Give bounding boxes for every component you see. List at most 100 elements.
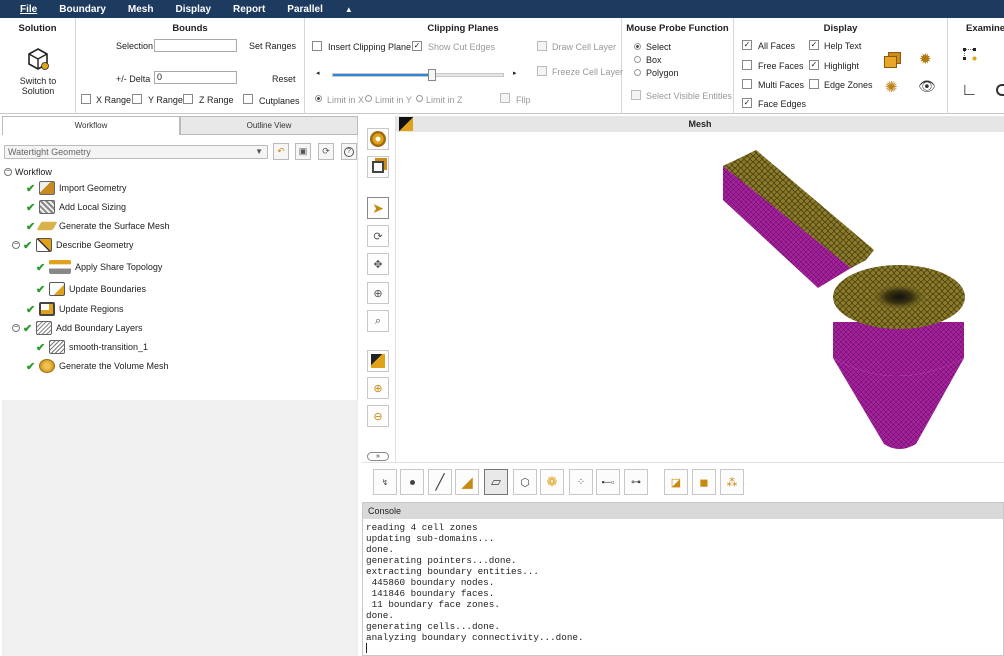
menu-display[interactable]: Display [175,4,211,15]
x-range-checkbox[interactable] [81,94,91,104]
step-apply-share-topology[interactable]: ✔ Apply Share Topology [36,259,162,275]
step-generate-volume-mesh[interactable]: ✔ Generate the Volume Mesh [26,358,169,374]
probe-box-radio[interactable] [634,56,641,63]
highlight-label: Highlight [824,61,860,71]
multi-faces-checkbox[interactable] [742,79,752,89]
step-import-geometry[interactable]: ✔ Import Geometry [26,180,127,196]
step-describe-geometry[interactable]: − ✔ Describe Geometry [12,237,134,253]
step-update-regions[interactable]: ✔ Update Regions [26,301,124,317]
help-text-checkbox[interactable]: ✓ [809,40,819,50]
limit-z-radio[interactable] [416,95,423,102]
examine-more-icon[interactable] [996,84,1004,96]
select-visible-checkbox[interactable] [631,90,641,100]
filter-nodes-grid-button[interactable]: ⁘ [569,469,593,495]
draw-cell-layer-checkbox[interactable] [537,41,547,51]
filter-point-cloud-button[interactable]: ⁂ [720,469,744,495]
save-icon: ▣ [298,146,308,156]
menu-report[interactable]: Report [233,4,265,15]
probe-select-radio[interactable] [634,43,641,50]
filter-node-graph-button[interactable]: ⊶ [624,469,648,495]
y-range-checkbox[interactable] [132,94,142,104]
collapse-icon[interactable]: − [12,324,20,332]
console-panel[interactable]: Console reading 4 cell zones updating sub… [362,502,1004,656]
check-icon: ✔ [36,283,46,296]
menu-boundary[interactable]: Boundary [59,4,106,15]
step-add-boundary-layers[interactable]: − ✔ Add Boundary Layers [12,320,143,336]
filter-objects-button[interactable]: ❁ [540,469,564,495]
filter-cells-button[interactable]: ⬡ [513,469,537,495]
filter-faces-button[interactable]: ◢ [455,469,479,495]
fit-view-button[interactable] [367,350,389,372]
step-smooth-transition[interactable]: ✔ smooth-transition_1 [36,339,148,355]
clip-slider[interactable] [332,69,504,81]
collapse-icon[interactable]: − [12,241,20,249]
step-add-local-sizing[interactable]: ✔ Add Local Sizing [26,199,126,215]
filter-zones-button[interactable]: ▱ [484,469,508,495]
face-edges-checkbox[interactable]: ✓ [742,98,752,108]
show-cut-edges-checkbox[interactable]: ✓ [412,41,422,51]
collapse-icon[interactable]: − [4,168,12,176]
examine-angle-icon[interactable]: ∟ [961,80,978,100]
select-pointer-button[interactable]: ➤ [367,197,389,219]
menu-parallel[interactable]: Parallel [287,4,323,15]
reset-button[interactable]: Reset [272,74,296,84]
probe-polygon-radio[interactable] [634,69,641,76]
insert-clipping-plane-checkbox[interactable] [312,41,322,51]
gear-display-icon[interactable]: ✺ [885,78,898,96]
selection-input[interactable] [154,39,237,52]
menu-file[interactable]: File [20,4,37,15]
cutplanes-checkbox[interactable] [243,94,253,104]
freeze-cell-layer-checkbox[interactable] [537,66,547,76]
graphics-viewport[interactable]: Mesh [396,116,1004,462]
z-range-checkbox[interactable] [183,94,193,104]
menu-collapse-ribbon[interactable]: ▲ [345,5,353,14]
lights-icon[interactable]: ✹ [919,50,932,68]
check-icon: ✔ [26,182,36,195]
copy-view-icon[interactable] [884,52,902,68]
switch-to-solution-button[interactable]: Switch to Solution [10,46,66,102]
free-faces-checkbox[interactable] [742,60,752,70]
zoom-view-button[interactable]: ⊕ [367,282,389,304]
set-ranges-button[interactable]: Set Ranges [249,41,296,51]
filter-faceted-button[interactable]: ◪ [664,469,688,495]
expand-toolbar-button[interactable]: » [367,452,389,461]
filter-node-line-button[interactable]: ▪─▫ [596,469,620,495]
filter-solid-button[interactable]: ◼ [692,469,716,495]
limit-x-radio[interactable] [315,95,322,102]
step-generate-surface-mesh[interactable]: ✔ Generate the Surface Mesh [26,218,170,234]
menu-mesh[interactable]: Mesh [128,4,154,15]
slider-left-arrow[interactable]: ◂ [316,69,320,77]
help-workflow-button[interactable]: ? [341,143,357,160]
eye-edit-icon[interactable]: 👁 [918,78,936,95]
tab-workflow[interactable]: Workflow [2,116,180,135]
flip-checkbox[interactable] [500,93,510,103]
zoom-box-button[interactable]: ⌕ [367,310,389,332]
refresh-workflow-button[interactable]: ⟳ [318,143,334,160]
save-workflow-button[interactable]: ▣ [295,143,311,160]
pan-view-button[interactable]: ✥ [367,253,389,275]
zoom-out-button[interactable]: ⊖ [367,405,389,427]
slider-right-arrow[interactable]: ▸ [513,69,517,77]
examine-nodes-icon[interactable] [962,46,978,62]
tab-outline-view[interactable]: Outline View [180,116,358,135]
filter-nodes-button[interactable] [400,469,424,495]
console-output[interactable]: reading 4 cell zones updating sub-domains… [363,519,1003,656]
revert-workflow-button[interactable]: ↶ [273,143,289,160]
rotate-view-button[interactable]: ⟳ [367,225,389,247]
clip-slider-handle[interactable] [427,69,436,81]
edge-zones-checkbox[interactable] [809,79,819,89]
zoom-in-button[interactable]: ⊕ [367,377,389,399]
isometric-view-button[interactable] [367,156,389,178]
all-faces-checkbox[interactable]: ✓ [742,40,752,50]
orient-view-button[interactable] [367,128,389,150]
tree-root[interactable]: − Workflow [4,164,52,180]
axes-filter-button[interactable]: ↯ [373,469,397,495]
workflow-type-select[interactable]: Watertight Geometry ▼ [4,145,268,159]
solution-title: Solution [18,23,57,34]
step-update-boundaries[interactable]: ✔ Update Boundaries [36,281,146,297]
solution-group: Solution Switch to Solution [0,18,76,114]
limit-y-radio[interactable] [365,95,372,102]
filter-edges-button[interactable]: ╱ [428,469,452,495]
delta-input[interactable]: 0 [154,71,237,84]
highlight-checkbox[interactable]: ✓ [809,60,819,70]
